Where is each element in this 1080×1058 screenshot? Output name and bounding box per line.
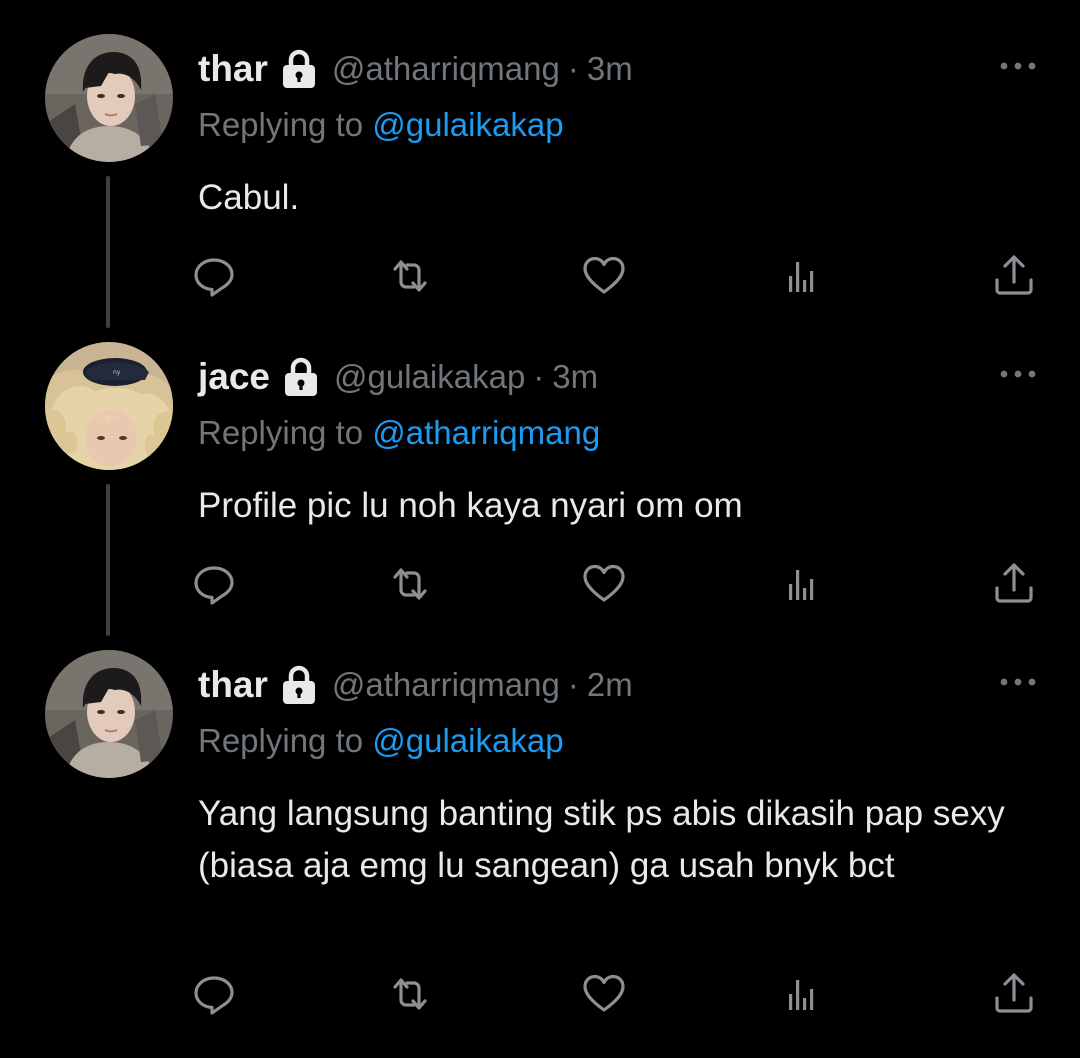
username-handle[interactable]: @gulaikakap (334, 358, 525, 396)
replying-to-line: Replying to @gulaikakap (198, 106, 564, 144)
timestamp[interactable]: 2m (587, 666, 633, 704)
share-icon[interactable] (990, 560, 1038, 608)
timestamp[interactable]: 3m (552, 358, 598, 396)
more-options-icon[interactable] (998, 366, 1038, 382)
tweet-2[interactable]: jace @gulaikakap · 3m Replying to @athar… (0, 308, 1080, 636)
lock-icon (282, 49, 316, 89)
username-handle[interactable]: @atharriqmang (332, 50, 560, 88)
share-icon[interactable] (990, 970, 1038, 1018)
reply-icon[interactable] (190, 560, 238, 608)
retweet-icon[interactable] (386, 560, 434, 608)
share-icon[interactable] (990, 252, 1038, 300)
lock-icon (284, 357, 318, 397)
replying-prefix: Replying to (198, 414, 373, 451)
separator-dot: · (533, 358, 545, 395)
tweet-text: Profile pic lu noh kaya nyari om om (198, 486, 743, 525)
avatar-thar[interactable] (45, 34, 173, 162)
more-options-icon[interactable] (998, 58, 1038, 74)
more-options-icon[interactable] (998, 674, 1038, 690)
action-bar (0, 252, 1080, 302)
views-icon[interactable] (778, 560, 826, 608)
like-icon[interactable] (580, 252, 628, 300)
reply-icon[interactable] (190, 252, 238, 300)
tweet-text: Cabul. (198, 178, 300, 217)
replying-to-line: Replying to @atharriqmang (198, 414, 600, 452)
mention-link[interactable]: @gulaikakap (372, 722, 563, 759)
tweet-header: jace @gulaikakap · 3m (198, 352, 598, 402)
display-name[interactable]: thar (198, 48, 268, 90)
tweet-header: thar @atharriqmang · 3m (198, 44, 633, 94)
replying-prefix: Replying to (198, 722, 373, 759)
avatar-jace[interactable] (45, 342, 173, 470)
mention-link[interactable]: @gulaikakap (372, 106, 563, 143)
action-bar (0, 970, 1080, 1020)
separator-dot: · (567, 50, 579, 87)
tweet-3[interactable]: thar @atharriqmang · 2m Replying to @gul… (0, 616, 1080, 1058)
like-icon[interactable] (580, 560, 628, 608)
username-handle[interactable]: @atharriqmang (332, 666, 560, 704)
display-name[interactable]: thar (198, 664, 268, 706)
lock-icon (282, 665, 316, 705)
tweet-header: thar @atharriqmang · 2m (198, 660, 633, 710)
retweet-icon[interactable] (386, 970, 434, 1018)
views-icon[interactable] (778, 252, 826, 300)
reply-icon[interactable] (190, 970, 238, 1018)
timestamp[interactable]: 3m (587, 50, 633, 88)
retweet-icon[interactable] (386, 252, 434, 300)
avatar-thar[interactable] (45, 650, 173, 778)
views-icon[interactable] (778, 970, 826, 1018)
separator-dot: · (567, 666, 579, 703)
tweet-text: Yang langsung banting stik ps abis dikas… (198, 794, 1005, 885)
display-name[interactable]: jace (198, 356, 270, 398)
replying-to-line: Replying to @gulaikakap (198, 722, 564, 760)
action-bar (0, 560, 1080, 610)
replying-prefix: Replying to (198, 106, 373, 143)
like-icon[interactable] (580, 970, 628, 1018)
mention-link[interactable]: @atharriqmang (372, 414, 600, 451)
tweet-1[interactable]: thar @atharriqmang · 3m Replying to @gul… (0, 0, 1080, 328)
